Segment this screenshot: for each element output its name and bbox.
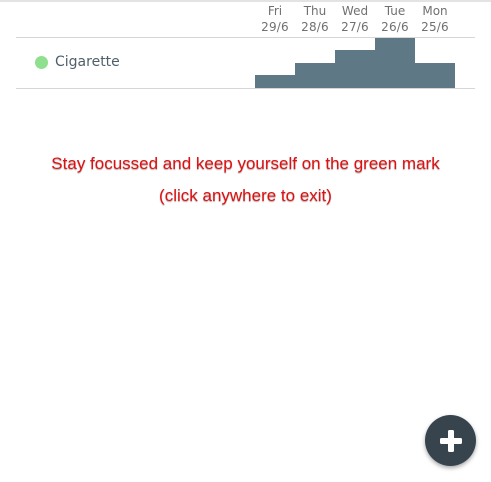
habit-history-bars	[255, 38, 455, 88]
day-date: 29/6	[261, 20, 289, 34]
history-bar-tue	[375, 38, 415, 88]
plus-icon	[439, 429, 462, 452]
add-habit-button[interactable]	[425, 415, 476, 466]
day-weekday: Wed	[341, 4, 369, 18]
habit-color-dot	[35, 56, 48, 69]
day-date: 25/6	[421, 20, 449, 34]
focus-overlay-message[interactable]: Stay focussed and keep yourself on the g…	[0, 148, 491, 212]
day-column-thu: Thu 28/6	[295, 3, 335, 35]
day-column-mon: Mon 25/6	[415, 3, 455, 35]
day-weekday: Fri	[267, 4, 283, 18]
day-date: 26/6	[381, 20, 409, 34]
top-edge-line	[0, 0, 491, 2]
day-column-fri: Fri 29/6	[255, 3, 295, 35]
overlay-instruction: Stay focussed and keep yourself on the g…	[51, 154, 440, 173]
overlay-exit-hint: (click anywhere to exit)	[159, 186, 332, 205]
history-bar-wed	[335, 50, 375, 88]
day-date: 28/6	[301, 20, 329, 34]
history-bar-fri	[255, 75, 295, 88]
habit-row-cigarette[interactable]: Cigarette	[16, 38, 475, 88]
row-divider-bottom	[16, 88, 475, 89]
day-header: Fri 29/6 Thu 28/6 Wed 27/6 Tue 26/6 Mon …	[255, 3, 455, 35]
history-bar-mon	[415, 63, 455, 88]
day-column-tue: Tue 26/6	[375, 3, 415, 35]
history-bar-thu	[295, 63, 335, 88]
day-weekday: Thu	[303, 4, 327, 18]
day-column-wed: Wed 27/6	[335, 3, 375, 35]
day-weekday: Tue	[384, 4, 406, 18]
day-date: 27/6	[341, 20, 369, 34]
day-weekday: Mon	[422, 4, 448, 18]
habit-name: Cigarette	[55, 54, 120, 70]
